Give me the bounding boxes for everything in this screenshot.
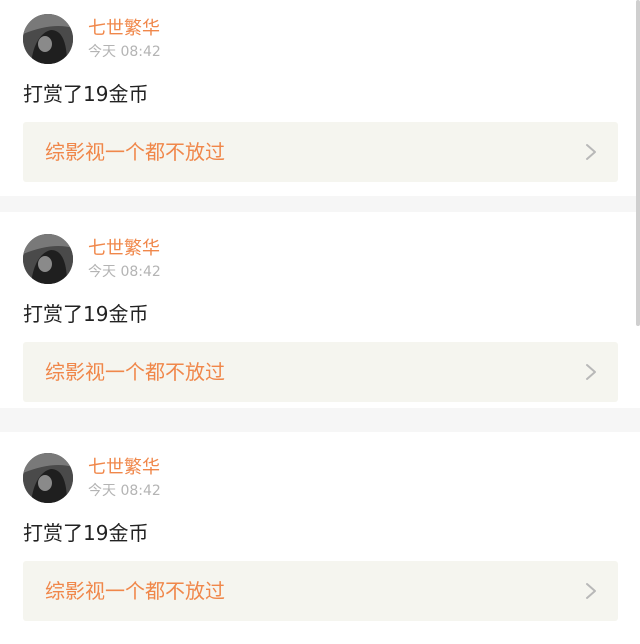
reward-card: 七世繁华 今天 08:42 打赏了19金币 综影视一个都不放过 [0,432,640,644]
reward-message: 打赏了19金币 [23,521,149,545]
user-avatar-icon[interactable] [23,234,73,284]
book-link-button[interactable]: 综影视一个都不放过 [23,561,618,621]
chevron-right-icon [586,364,596,380]
reward-card: 七世繁华 今天 08:42 打赏了19金币 综影视一个都不放过 [0,212,640,408]
user-avatar-icon[interactable] [23,453,73,503]
book-link-button[interactable]: 综影视一个都不放过 [23,122,618,182]
reward-message: 打赏了19金币 [23,302,149,326]
book-link-button[interactable]: 综影视一个都不放过 [23,342,618,402]
username[interactable]: 七世繁华 [88,456,160,480]
reward-message: 打赏了19金币 [23,82,149,106]
chevron-right-icon [586,583,596,599]
book-title: 综影视一个都不放过 [45,360,225,384]
chevron-right-icon [586,144,596,160]
post-time: 今天 08:42 [88,264,161,280]
post-time: 今天 08:42 [88,483,161,499]
reward-card: 七世繁华 今天 08:42 打赏了19金币 综影视一个都不放过 [0,0,640,196]
username[interactable]: 七世繁华 [88,17,160,41]
book-title: 综影视一个都不放过 [45,579,225,603]
post-time: 今天 08:42 [88,44,161,60]
scrollbar[interactable] [636,0,640,326]
username[interactable]: 七世繁华 [88,237,160,261]
user-avatar-icon[interactable] [23,14,73,64]
book-title: 综影视一个都不放过 [45,140,225,164]
